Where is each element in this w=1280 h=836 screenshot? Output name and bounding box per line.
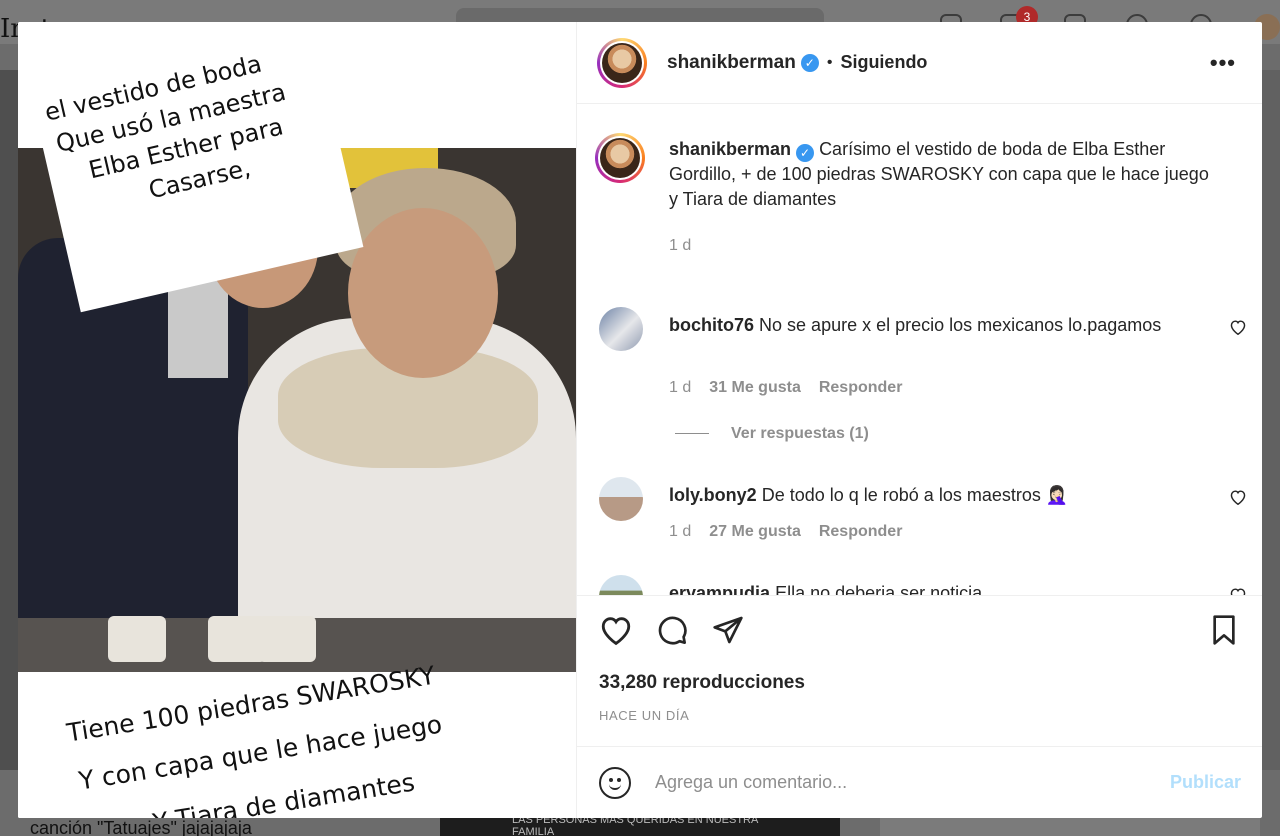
like-comment-heart-icon[interactable] [1229, 587, 1247, 595]
story-ring[interactable] [597, 37, 647, 88]
more-options-icon[interactable]: ••• [1210, 50, 1236, 76]
reply-button[interactable]: Responder [819, 523, 903, 540]
comment-text: No se apure x el precio los mexicanos lo… [759, 315, 1162, 335]
comment-input[interactable] [655, 772, 1135, 793]
post-media[interactable]: el vestido de boda Que usó la maestra El… [18, 22, 576, 818]
comment-text: Ella no deberia ser noticia [775, 583, 983, 595]
comment-username[interactable]: eryampudia [669, 583, 770, 595]
post-modal: el vestido de boda Que usó la maestra El… [18, 22, 1262, 818]
save-bookmark-icon[interactable] [1209, 614, 1239, 646]
comment-text: De todo lo q le robó a los maestros 🤦🏻‍♀… [761, 485, 1069, 505]
comment-username[interactable]: loly.bony2 [669, 485, 757, 505]
views-count[interactable]: 33,280 reproducciones [599, 672, 805, 694]
comment-username[interactable]: bochito76 [669, 315, 754, 335]
reply-button[interactable]: Responder [819, 379, 903, 396]
view-replies-button[interactable]: Ver respuestas (1) [675, 425, 869, 443]
following-button[interactable]: Siguiendo [840, 52, 927, 73]
background-caption-text: canción "Tatuajes" jajajajaja [30, 818, 252, 836]
post-side-panel: shanikberman ✓ • Siguiendo ••• shanikber… [576, 22, 1262, 818]
post-actions: 33,280 reproducciones HACE UN DÍA [577, 595, 1262, 745]
background-left-feed [0, 70, 18, 770]
like-comment-heart-icon[interactable] [1229, 319, 1247, 340]
share-send-icon[interactable] [711, 614, 745, 646]
post-timestamp[interactable]: HACE UN DÍA [599, 708, 689, 723]
caption-story-ring[interactable] [595, 133, 645, 183]
caption-time[interactable]: 1 d [669, 237, 691, 255]
background-right-feed [1262, 70, 1280, 770]
view-replies-label: Ver respuestas (1) [731, 425, 869, 442]
comment-time[interactable]: 1 d [669, 523, 691, 540]
author-username[interactable]: shanikberman [667, 52, 796, 74]
comment-time[interactable]: 1 d [669, 379, 691, 396]
avatar[interactable] [599, 307, 643, 351]
header-separator: • [826, 53, 833, 71]
avatar[interactable] [599, 575, 643, 595]
comments-list[interactable]: shanikberman ✓ Carísimo el vestido de bod… [577, 105, 1262, 595]
comment-bubble-icon[interactable] [655, 614, 689, 646]
media-overlay-bottom: Tiene 100 piedras SWAROSKY Y con capa qu… [18, 661, 576, 818]
verified-badge-icon: ✓ [800, 53, 819, 72]
emoji-smile-icon[interactable] [599, 766, 631, 799]
comment-likes[interactable]: 27 Me gusta [709, 523, 801, 540]
add-comment-bar: Publicar [577, 746, 1262, 818]
like-heart-icon[interactable] [599, 614, 633, 646]
publish-button[interactable]: Publicar [1170, 772, 1241, 793]
post-header: shanikberman ✓ • Siguiendo ••• [577, 22, 1262, 104]
like-comment-heart-icon[interactable] [1229, 489, 1247, 510]
verified-badge-icon: ✓ [796, 144, 815, 162]
avatar[interactable] [599, 477, 643, 521]
caption-username[interactable]: shanikberman [669, 139, 791, 159]
avatar [600, 138, 640, 178]
avatar [602, 42, 642, 83]
replies-divider [675, 433, 709, 435]
comment-likes[interactable]: 31 Me gusta [709, 379, 801, 396]
